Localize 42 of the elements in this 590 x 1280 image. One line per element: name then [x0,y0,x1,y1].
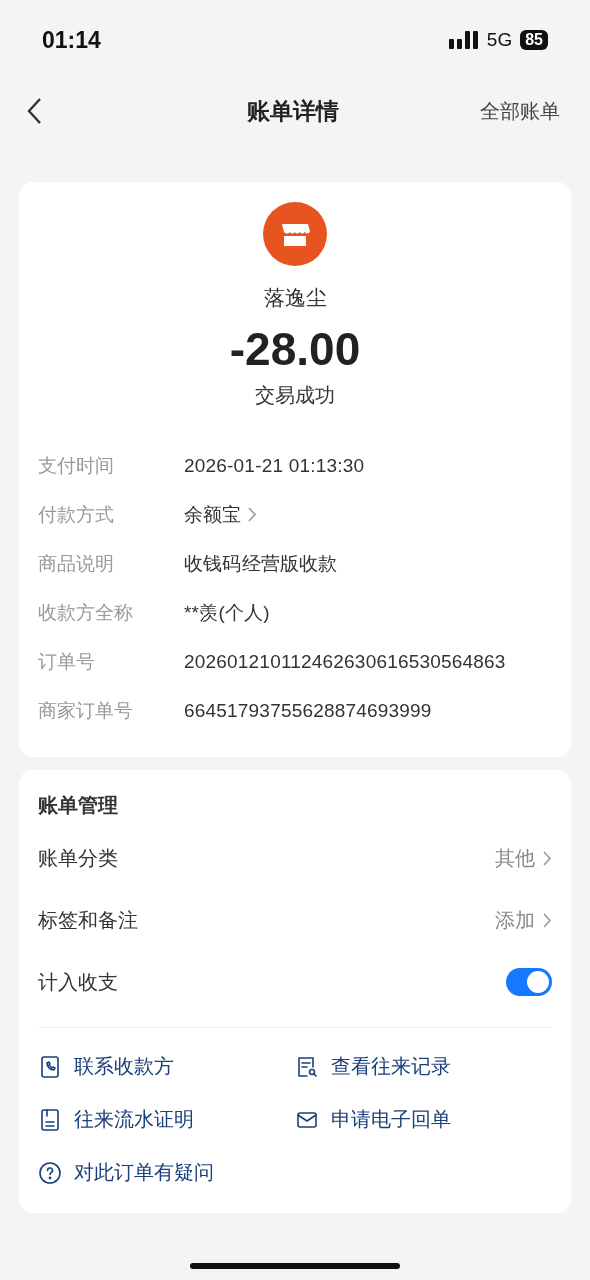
setting-label: 计入收支 [38,969,118,995]
detail-value: 2026-01-21 01:13:30 [184,454,365,477]
detail-value[interactable]: 余额宝 [184,501,242,528]
chevron-icon [543,912,552,928]
shop-icon [263,202,327,266]
section-title: 账单管理 [38,794,118,816]
chevron-icon [543,850,552,866]
detail-value: 66451793755628874693999 [184,699,432,722]
network-label: 5G [486,29,513,51]
page-title: 账单详情 [247,96,339,126]
all-bills-button[interactable]: 全部账单 [480,97,560,125]
document-search-icon [295,1054,319,1079]
setting-label: 账单分类 [38,845,118,871]
detail-label: 商家订单号 [38,698,134,723]
transaction-status: 交易成功 [255,383,335,408]
setting-label: 标签和备注 [38,907,138,933]
toggle-switch[interactable] [506,968,552,996]
action-link[interactable]: 联系收款方 [38,1040,174,1093]
action-link[interactable]: 查看往来记录 [295,1040,451,1093]
document-icon [38,1107,62,1132]
detail-label: 支付时间 [38,453,115,478]
action-link[interactable]: 往来流水证明 [38,1093,194,1146]
signal-icon [448,29,479,51]
detail-value: 收钱码经营版收款 [184,551,338,576]
setting-link[interactable]: 添加 [495,906,552,934]
merchant-name: 落逸尘 [263,285,327,311]
action-link[interactable]: 申请电子回单 [295,1093,451,1146]
status-time: 01:14 [42,26,101,54]
action-link[interactable]: 对此订单有疑问 [38,1146,214,1199]
amount: -28.00 [229,322,361,376]
help-icon [38,1160,62,1185]
chevron-icon [247,507,257,522]
detail-label: 商品说明 [38,551,115,576]
setting-link[interactable]: 其他 [495,844,552,872]
battery-level: 85 [520,30,548,50]
detail-label: 收款方全称 [38,600,134,625]
detail-value: 202601210112462630616530564863 [184,650,506,673]
back-icon[interactable] [26,97,42,125]
detail-label: 订单号 [38,649,96,674]
detail-label: 付款方式 [38,502,115,527]
phone-icon [38,1054,62,1079]
detail-value: **羡(个人) [184,600,270,625]
